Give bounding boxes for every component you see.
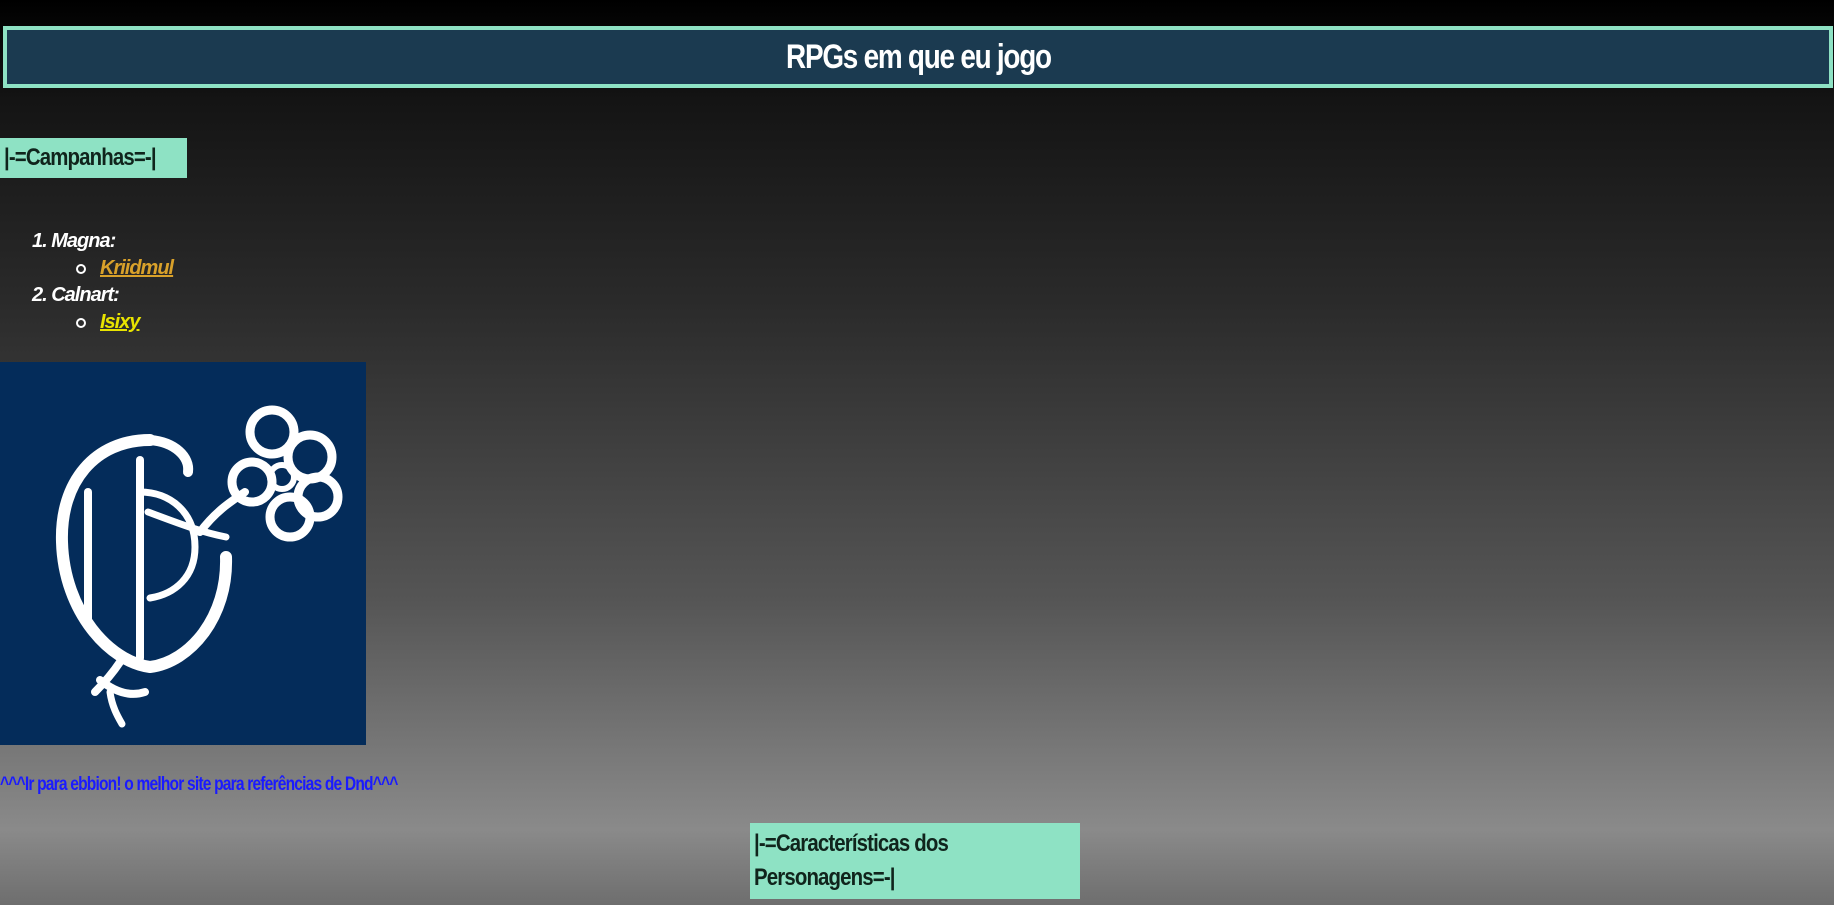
campaign-label: 1. Magna:: [32, 230, 116, 252]
character-link-kriidmul[interactable]: Kriidmul: [100, 255, 174, 282]
dnd-ampersand-emblem-icon: [0, 362, 366, 745]
character-list: Kriidmul: [32, 255, 174, 282]
campaign-item-magna: 1. Magna: Kriidmul: [32, 228, 174, 282]
circle-bullet-icon: [76, 317, 86, 328]
campaign-item-calnart: 2. Calnart: Isixy: [32, 282, 173, 336]
page-title-bar: RPGs em que eu jogo: [3, 26, 1833, 88]
campaign-label: 2. Calnart:: [32, 284, 120, 306]
character-list: Isixy: [32, 309, 173, 336]
ebbion-link[interactable]: ^^^Ir para ebbion! o melhor site para re…: [0, 774, 485, 796]
campanhas-heading: |-=Campanhas=-|: [0, 138, 187, 178]
character-link-isixy[interactable]: Isixy: [100, 309, 140, 336]
caracteristicas-heading: |-=Características dos Personagens=-|: [750, 823, 1080, 899]
circle-bullet-icon: [76, 263, 86, 274]
page-title: RPGs em que eu jogo: [785, 37, 1052, 76]
campaign-list: 1. Magna: Kriidmul 2. Calnart: Isixy: [32, 228, 174, 336]
character-item-kriidmul: Kriidmul: [76, 255, 174, 282]
character-item-isixy: Isixy: [76, 309, 173, 336]
